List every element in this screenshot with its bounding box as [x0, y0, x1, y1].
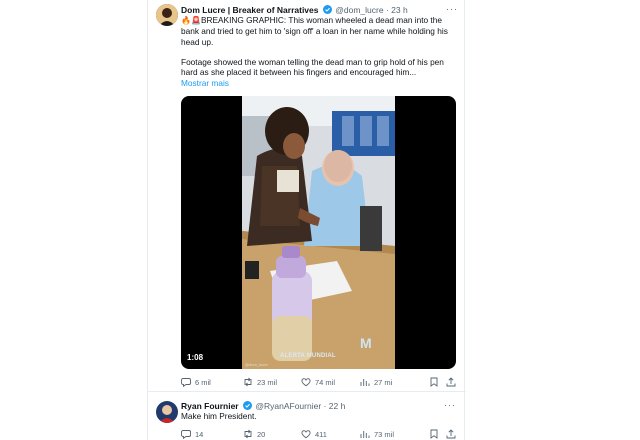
views-button[interactable]: 73 mil [360, 428, 394, 440]
repost-icon [244, 377, 252, 387]
author-handle[interactable]: @dom_lucre [335, 5, 383, 15]
timestamp[interactable]: 22 h [329, 401, 346, 411]
like-count: 411 [315, 429, 327, 439]
author-handle[interactable]: @RyanAFournier [255, 401, 321, 411]
like-button[interactable]: 74 mil [301, 376, 335, 388]
repost-count: 20 [257, 429, 266, 439]
video-watermark: ALERTA MUNDIAL [280, 353, 336, 359]
video-duration: 1:08 [187, 353, 204, 362]
views-icon [360, 431, 370, 438]
bookmark-icon [430, 429, 438, 439]
reply-count: 6 mil [195, 377, 211, 387]
fire-icon: 🔥 [181, 16, 191, 25]
share-icon [446, 429, 456, 439]
timeline: Dom Lucre | Breaker of Narratives @dom_l… [147, 0, 466, 440]
author-name[interactable]: Dom Lucre | Breaker of Narratives [181, 5, 319, 15]
reply-icon [181, 378, 191, 387]
views-button[interactable]: 27 mi [360, 376, 392, 388]
separator: · [385, 5, 389, 15]
tweet-text: 🔥🚨BREAKING GRAPHIC: This woman wheeled a… [181, 15, 458, 47]
repost-icon [244, 429, 252, 439]
show-more-link[interactable]: Mostrar mais [181, 78, 229, 88]
separator: · [323, 401, 327, 411]
timestamp[interactable]: 23 h [391, 5, 408, 15]
bookmark-button[interactable] [429, 428, 439, 440]
like-icon [301, 378, 311, 387]
like-icon [301, 430, 311, 439]
avatar[interactable] [156, 4, 178, 26]
reply-icon [181, 430, 191, 439]
reply-count: 14 [195, 429, 204, 439]
svg-text:M: M [360, 335, 372, 351]
author-name[interactable]: Ryan Fournier [181, 401, 239, 411]
bookmark-icon [430, 377, 438, 387]
reply-button[interactable]: 14 [181, 428, 203, 440]
siren-icon: 🚨 [190, 16, 201, 25]
tweet-actions: 6 mil 23 mil 74 mil 27 mi [181, 376, 461, 388]
bookmark-button[interactable] [429, 376, 439, 388]
like-button[interactable]: 411 [301, 428, 327, 440]
repost-button[interactable]: 20 [243, 428, 265, 440]
video-credit: @dom_lucre [245, 362, 268, 367]
share-icon [446, 377, 456, 387]
tweet-actions: 14 20 411 73 mil [181, 428, 461, 440]
tweet-text: Make him President. [181, 411, 257, 421]
share-button[interactable] [446, 376, 456, 388]
tweet-post[interactable]: Dom Lucre | Breaker of Narratives @dom_l… [148, 0, 466, 392]
verified-icon [322, 5, 332, 14]
tweet-text-continued: Footage showed the woman telling the dea… [181, 57, 444, 78]
verified-icon [243, 401, 252, 410]
share-button[interactable] [446, 428, 456, 440]
repost-button[interactable]: 23 mil [243, 376, 277, 388]
views-count: 73 mil [374, 429, 395, 439]
more-icon[interactable]: ··· [444, 400, 456, 410]
views-icon [360, 379, 370, 386]
tweet-text-breaking: BREAKING GRAPHIC: This woman wheeled a d… [181, 15, 448, 47]
video-player[interactable]: M 1:08 ALERTA MUNDIAL @dom_lucre [181, 96, 456, 369]
more-icon[interactable]: ··· [446, 4, 458, 14]
reply-button[interactable]: 6 mil [181, 376, 211, 388]
views-count: 27 mi [374, 377, 393, 387]
like-count: 74 mil [315, 377, 336, 387]
avatar[interactable] [156, 401, 178, 423]
repost-count: 23 mil [257, 377, 278, 387]
video-thumbnail: M [242, 96, 395, 369]
